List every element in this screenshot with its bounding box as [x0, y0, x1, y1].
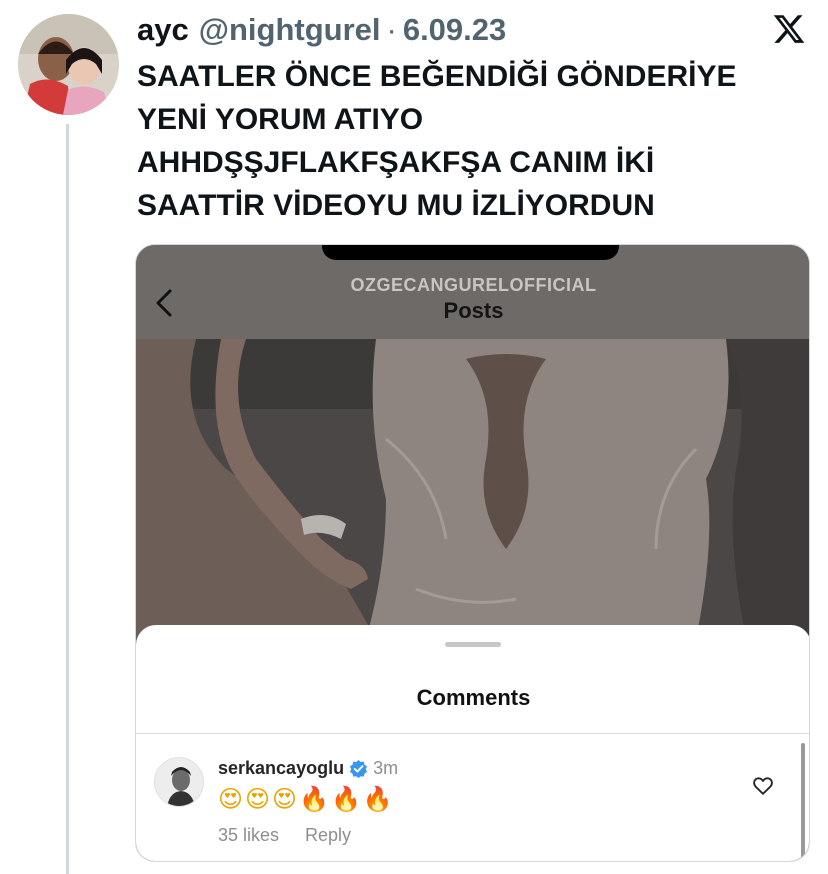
tweet-text-line: SAATTİR VİDEOYU MU İZLİYORDUN — [137, 189, 655, 222]
tweet-text: SAATLER ÖNCE BEĞENDİĞİ GÖNDERİYE YENİ YO… — [137, 55, 817, 227]
comment-header: serkancayoglu 3m — [218, 758, 398, 779]
phone-notch — [322, 245, 619, 260]
comment-username[interactable]: serkancayoglu — [218, 758, 344, 779]
comments-title: Comments — [416, 685, 531, 710]
sheet-grabber[interactable] — [445, 642, 501, 647]
post-photo — [136, 339, 809, 639]
ig-header: OZGECANGURELOFFICIAL Posts — [136, 245, 809, 339]
reply-button[interactable]: Reply — [305, 825, 351, 846]
x-logo-icon[interactable] — [772, 12, 806, 46]
tweet-text-line: YENİ YORUM ATIYO — [137, 103, 424, 136]
tweet-header: ayc @nightgurel · 6.09.23 — [137, 8, 506, 52]
comments-sheet: Comments serkancayoglu 3m 😍😍😍🔥🔥🔥 35 like… — [136, 625, 809, 861]
author-name[interactable]: ayc — [137, 12, 189, 48]
divider — [136, 733, 809, 734]
ig-page-title: Posts — [443, 298, 504, 323]
comment-likes[interactable]: 35 likes — [218, 825, 279, 846]
comment-text: 😍😍😍🔥🔥🔥 — [218, 786, 395, 813]
comment-meta: 35 likes Reply — [218, 825, 351, 846]
scrollbar[interactable] — [801, 743, 805, 859]
heart-outline-icon[interactable] — [752, 775, 774, 797]
tweet-media-image[interactable]: OZGECANGURELOFFICIAL Posts Comments serk… — [135, 244, 810, 862]
tweet-text-line: AHHDŞŞJFLAKFŞAKFŞA CANIM İKİ — [137, 146, 655, 179]
thread-line — [66, 124, 69, 874]
author-avatar[interactable] — [18, 14, 119, 115]
tweet-text-line: SAATLER ÖNCE BEĞENDİĞİ GÖNDERİYE — [137, 60, 737, 93]
commenter-avatar[interactable] — [154, 757, 204, 807]
author-handle[interactable]: @nightgurel — [199, 12, 381, 48]
tweet-date[interactable]: 6.09.23 — [403, 12, 506, 48]
header-separator: · — [386, 12, 397, 47]
comment-time: 3m — [373, 758, 399, 778]
ig-account-name[interactable]: OZGECANGURELOFFICIAL — [136, 275, 809, 296]
verified-badge-icon — [349, 759, 368, 778]
